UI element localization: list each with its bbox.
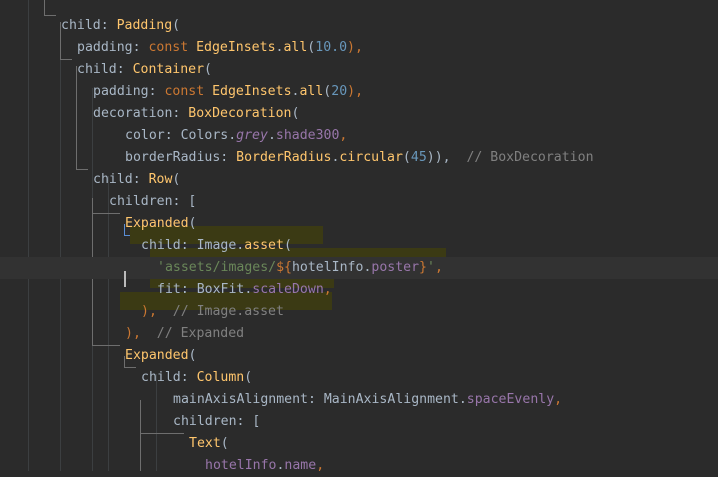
code-token: child: (61, 18, 117, 33)
code-line[interactable]: hotelInfo.name, (0, 455, 718, 477)
code-line[interactable]: child: Padding( (0, 15, 718, 37)
code-token: children: [ (173, 414, 261, 429)
code-token: , (434, 260, 443, 275)
code-token: ( (283, 238, 292, 253)
code-token: all (299, 84, 324, 99)
code-token: ( (291, 106, 300, 121)
code-line[interactable]: padding: const EdgeInsets.all(20), (0, 81, 718, 103)
code-token: 45 (410, 150, 427, 165)
code-token: spaceEvenly (466, 392, 555, 407)
code-token: MainAxisAlignment (323, 392, 459, 407)
code-token: all (283, 40, 308, 55)
code-line[interactable]: fit: BoxFit.scaleDown, (0, 279, 718, 301)
code-line[interactable]: ), // Expanded (0, 323, 718, 345)
code-token: )), (426, 150, 451, 165)
code-line[interactable]: child: Image.asset( (0, 235, 718, 257)
code-token: // BoxDecoration (450, 150, 594, 165)
code-token: padding: (93, 84, 165, 99)
code-token: EdgeInsets (212, 84, 292, 99)
code-line[interactable]: ), // Image.asset (0, 301, 718, 323)
code-token: borderRadius: (125, 150, 237, 165)
code-token: Text (189, 436, 221, 451)
code-token: Image (196, 238, 237, 253)
code-token: Container (132, 62, 205, 77)
code-token: Expanded (125, 216, 189, 231)
code-line[interactable]: padding: const EdgeInsets.all(10.0), (0, 37, 718, 59)
code-token: scaleDown (252, 282, 324, 297)
code-token: const (164, 84, 213, 99)
code-line[interactable]: Expanded( (0, 345, 718, 367)
code-line[interactable]: children: [ (0, 191, 718, 213)
code-token: ( (220, 436, 229, 451)
code-token: child: (141, 238, 197, 253)
code-token: circular (339, 150, 403, 165)
code-token: padding: (77, 40, 149, 55)
code-line[interactable]: mainAxisAlignment: MainAxisAlignment.spa… (0, 389, 718, 411)
code-token: EdgeInsets (196, 40, 276, 55)
code-token: decoration: (93, 106, 189, 121)
code-token: shade300 (275, 128, 340, 143)
code-token: BoxFit (196, 282, 245, 297)
code-token: , (554, 392, 563, 407)
code-token: 10.0 (315, 40, 348, 55)
code-token: } (419, 260, 427, 275)
code-line[interactable]: borderRadius: BorderRadius.circular(45))… (0, 147, 718, 169)
code-line[interactable]: Expanded( (0, 213, 718, 235)
code-line[interactable]: child: Row( (0, 169, 718, 191)
code-editor[interactable]: child: Padding(padding: const EdgeInsets… (0, 0, 718, 473)
code-token: ( (402, 150, 411, 165)
code-token: ( (244, 370, 253, 385)
code-token: ), (347, 40, 363, 55)
code-line[interactable]: color: Colors.grey.shade300, (0, 125, 718, 147)
code-token: // Expanded (140, 326, 245, 341)
code-token: ), (141, 304, 157, 319)
code-token: ), (125, 326, 141, 341)
code-token: child: (141, 370, 197, 385)
code-token: BoxDecoration (188, 106, 292, 121)
code-line[interactable]: child: Container( (0, 59, 718, 81)
code-token: ' (427, 260, 435, 275)
code-token: . (458, 392, 467, 407)
code-token: BorderRadius (236, 150, 332, 165)
code-line[interactable] (0, 0, 718, 15)
code-token: Row (148, 172, 173, 187)
code-token: asset (244, 238, 284, 253)
code-token: child: (77, 62, 133, 77)
code-token: color: (125, 128, 181, 143)
code-token: 'assets/images/ (157, 260, 277, 275)
code-token: const (148, 40, 197, 55)
code-line[interactable]: children: [ (0, 411, 718, 433)
code-token: // Image.asset (156, 304, 284, 319)
code-token: . (267, 128, 276, 143)
code-token: ${ (276, 260, 292, 275)
code-token: ( (204, 62, 212, 77)
code-token: Colors (180, 128, 229, 143)
code-token: hotelInfo (291, 260, 364, 275)
code-token: Padding (116, 18, 173, 33)
code-token: grey (236, 128, 268, 143)
code-token: 20 (331, 84, 348, 99)
code-token: , (339, 128, 348, 143)
code-token: fit: (157, 282, 197, 297)
code-token: poster (371, 260, 420, 275)
code-token: . (228, 128, 237, 143)
code-token: child: (93, 172, 149, 187)
code-token: Column (196, 370, 245, 385)
code-token: ( (172, 18, 181, 33)
code-token: , (323, 282, 332, 297)
code-line[interactable]: decoration: BoxDecoration( (0, 103, 718, 125)
code-token: ( (172, 172, 181, 187)
code-token: ), (347, 84, 364, 99)
code-token: Expanded (125, 348, 189, 363)
code-line[interactable]: child: Column( (0, 367, 718, 389)
code-token: ( (188, 348, 197, 363)
code-line[interactable]: Text( (0, 433, 718, 455)
text-caret (124, 271, 126, 287)
code-line[interactable]: 'assets/images/${hotelInfo.poster}', (0, 257, 718, 279)
code-token: ( (188, 216, 197, 231)
code-token: children: [ (109, 194, 197, 209)
code-token: mainAxisAlignment: (173, 392, 324, 407)
